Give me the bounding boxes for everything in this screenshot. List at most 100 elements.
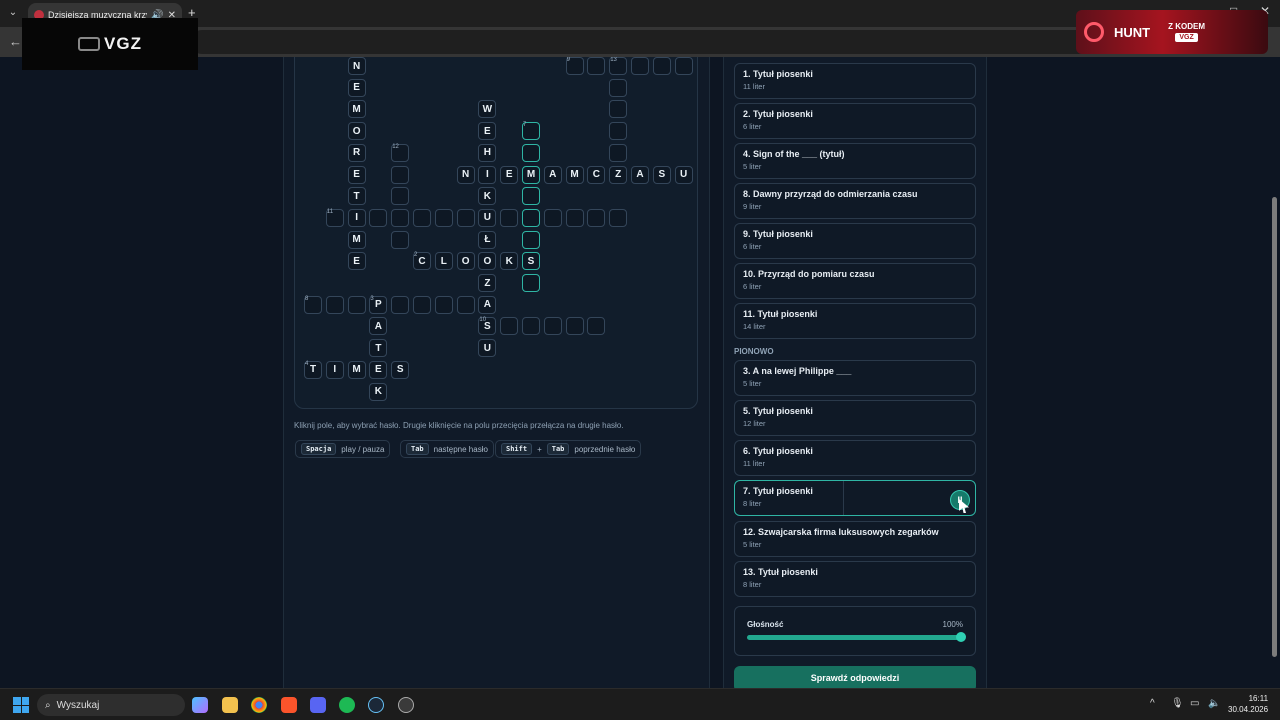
crossword-cell[interactable]: E [369,360,388,379]
clue-across-1[interactable]: 1. Tytuł piosenki 11 liter [734,63,976,99]
crossword-cell[interactable]: M [522,165,540,184]
crossword-cell[interactable]: E [478,122,497,141]
windows-start-icon[interactable] [13,697,29,713]
clue-across-9[interactable]: 9. Tytuł piosenki 6 liter [734,223,976,259]
app-icon[interactable] [398,697,414,713]
crossword-cell[interactable]: E [500,165,519,184]
scrollbar-thumb[interactable] [1272,197,1277,657]
back-arrow-icon[interactable]: ← [9,34,22,49]
spotify-icon[interactable] [339,697,355,713]
crossword-cell[interactable]: C [587,165,606,184]
crossword-cell[interactable] [522,274,540,292]
crossword-cell[interactable] [434,208,453,227]
clue-down-13[interactable]: 13. Tytuł piosenki 8 liter [734,561,976,597]
crossword-cell[interactable]: U [674,165,693,184]
clue-across-4[interactable]: 4. Sign of the ___ (tytuł) 5 liter [734,143,976,179]
crossword-cell[interactable] [522,208,540,227]
clue-across-8[interactable]: 8. Dawny przyrząd do odmierzania czasu 9 … [734,183,976,219]
crossword-cell[interactable] [369,208,388,227]
crossword-cell[interactable]: Z [609,165,628,184]
crossword-cell[interactable]: K [478,187,497,206]
clue-down-6[interactable]: 6. Tytuł piosenki 11 liter [734,440,976,476]
crossword-cell[interactable] [631,57,649,75]
crossword-cell[interactable] [456,208,475,227]
hunt-ad-banner[interactable]: HUNT Z KODEM VGZ [1076,10,1268,54]
crossword-cell[interactable] [674,57,693,75]
crossword-cell[interactable]: U [478,339,497,358]
volume-slider[interactable] [747,632,966,642]
crossword-cell[interactable] [587,317,606,336]
discord-icon[interactable] [310,697,326,713]
crossword-cell[interactable] [391,165,410,184]
crossword-cell[interactable]: N [347,57,366,75]
taskbar-clock[interactable]: 16:11 30.04.2026 [1228,693,1268,715]
crossword-cell[interactable]: K [369,382,388,401]
crossword-cell[interactable] [391,187,410,206]
crossword-cell[interactable]: E [347,165,366,184]
crossword-cell[interactable] [522,230,540,249]
crossword-cell[interactable] [413,208,431,227]
crossword-cell[interactable] [609,122,628,141]
crossword-cell[interactable] [391,230,410,249]
crossword-cell[interactable] [456,295,475,314]
crossword-cell[interactable]: A [478,295,497,314]
crossword-cell[interactable] [434,295,453,314]
crossword-cell[interactable]: S [522,252,540,271]
taskbar-search[interactable]: ⌕ Wyszukaj [37,694,185,716]
crossword-cell[interactable] [391,295,410,314]
crossword-cell[interactable]: M [347,100,366,119]
crossword-cell[interactable]: R [347,143,366,162]
crossword-cell[interactable]: K [500,252,519,271]
brave-icon[interactable] [281,697,297,713]
clue-across-2[interactable]: 2. Tytuł piosenki 6 liter [734,103,976,139]
crossword-cell[interactable]: W [478,100,497,119]
tray-overflow-icon[interactable]: ^ [1150,698,1155,709]
crossword-cell[interactable] [609,78,628,97]
crossword-cell[interactable] [347,295,366,314]
volume-icon[interactable]: 🔈 [1208,698,1220,709]
volume-slider-knob[interactable] [956,632,966,642]
crossword-cell[interactable] [413,295,431,314]
crossword-cell[interactable]: N [456,165,475,184]
crossword-cell[interactable]: E [347,252,366,271]
crossword-cell[interactable]: T [369,339,388,358]
crossword-cell[interactable] [522,317,540,336]
crossword-cell[interactable] [391,208,410,227]
crossword-cell[interactable]: A [543,165,562,184]
crossword-cell[interactable] [652,57,671,75]
copilot-icon[interactable] [192,697,208,713]
crossword-cell[interactable] [609,100,628,119]
crossword-cell[interactable]: H [478,143,497,162]
clue-down-12[interactable]: 12. Szwajcarska firma luksusowych zegark… [734,521,976,557]
crossword-cell[interactable] [325,295,344,314]
crossword-cell[interactable]: M [347,360,366,379]
crossword-cell[interactable] [565,208,584,227]
crossword-cell[interactable] [609,208,628,227]
crossword-cell[interactable]: O [456,252,475,271]
network-icon[interactable]: ▭ [1190,698,1199,709]
crossword-cell[interactable] [609,143,628,162]
crossword-cell[interactable] [543,208,562,227]
crossword-cell[interactable] [543,317,562,336]
clue-down-5[interactable]: 5. Tytuł piosenki 12 liter [734,400,976,436]
crossword-cell[interactable] [587,57,606,75]
chrome-icon[interactable] [251,697,267,713]
crossword-cell[interactable]: M [565,165,584,184]
crossword-cell[interactable] [522,187,540,206]
check-answers-button[interactable]: Sprawdź odpowiedzi [734,666,976,688]
crossword-cell[interactable]: S [391,360,410,379]
clue-across-10[interactable]: 10. Przyrząd do pomiaru czasu 6 liter [734,263,976,299]
crossword-cell[interactable]: I [347,208,366,227]
clue-down-7-active[interactable]: 7. Tytuł piosenki 8 liter II [734,480,976,516]
crossword-cell[interactable]: O [478,252,497,271]
crossword-cell[interactable]: U [478,208,497,227]
crossword-cell[interactable]: I [478,165,497,184]
crossword-cell[interactable]: A [631,165,649,184]
crossword-cell[interactable]: O [347,122,366,141]
crossword-cell[interactable]: S [652,165,671,184]
crossword-cell[interactable]: Ł [478,230,497,249]
tab-search-button[interactable]: ⌄ [4,4,22,22]
crossword-cell[interactable] [500,317,519,336]
page-scrollbar[interactable] [1270,57,1280,688]
file-explorer-icon[interactable] [222,697,238,713]
